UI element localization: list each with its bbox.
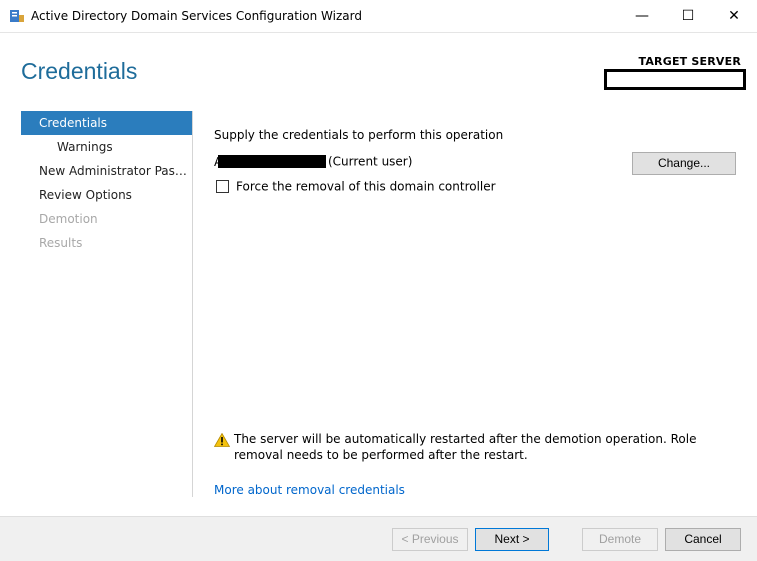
warning-triangle-icon <box>214 433 230 447</box>
maximize-button[interactable]: ☐ <box>665 0 711 32</box>
previous-button[interactable]: < Previous <box>392 528 468 551</box>
wizard-content: Credentials TARGET SERVER Credentials Wa… <box>0 33 757 516</box>
change-credentials-button[interactable]: Change... <box>632 152 736 175</box>
more-about-removal-credentials-link[interactable]: More about removal credentials <box>214 483 405 497</box>
main-panel: Supply the credentials to perform this o… <box>214 33 744 516</box>
wizard-nav: Credentials Warnings New Administrator P… <box>21 111 192 255</box>
user-name-redacted <box>218 155 326 168</box>
minimize-button[interactable]: — <box>619 0 665 32</box>
server-manager-icon <box>10 10 24 22</box>
wizard-footer: < Previous Next > Demote Cancel <box>0 516 757 561</box>
title-bar: Active Directory Domain Services Configu… <box>0 0 757 33</box>
force-removal-row[interactable]: Force the removal of this domain control… <box>216 179 496 194</box>
minimize-icon: — <box>635 8 649 24</box>
nav-divider <box>192 111 193 497</box>
nav-item-new-administrator-password[interactable]: New Administrator Password <box>21 159 192 183</box>
nav-item-results: Results <box>39 236 83 250</box>
next-button[interactable]: Next > <box>475 528 549 551</box>
cancel-button[interactable]: Cancel <box>665 528 741 551</box>
nav-item-credentials[interactable]: Credentials <box>21 111 192 135</box>
force-removal-checkbox[interactable] <box>216 180 229 193</box>
current-user-label: (Current user) <box>328 154 413 169</box>
supply-credentials-text: Supply the credentials to perform this o… <box>214 128 504 142</box>
demote-button[interactable]: Demote <box>582 528 658 551</box>
warning-text: The server will be automatically restart… <box>234 432 697 462</box>
nav-item-demotion: Demotion <box>39 212 98 226</box>
current-user-row: A(Current user) <box>214 154 412 170</box>
maximize-icon: ☐ <box>681 8 695 24</box>
page-title: Credentials <box>21 58 138 84</box>
nav-item-review-options[interactable]: Review Options <box>21 183 192 207</box>
window-title: Active Directory Domain Services Configu… <box>31 9 362 23</box>
force-removal-label[interactable]: Force the removal of this domain control… <box>236 180 496 194</box>
close-button[interactable]: ✕ <box>711 0 757 32</box>
nav-item-warnings[interactable]: Warnings <box>21 135 192 159</box>
close-icon: ✕ <box>728 8 740 24</box>
